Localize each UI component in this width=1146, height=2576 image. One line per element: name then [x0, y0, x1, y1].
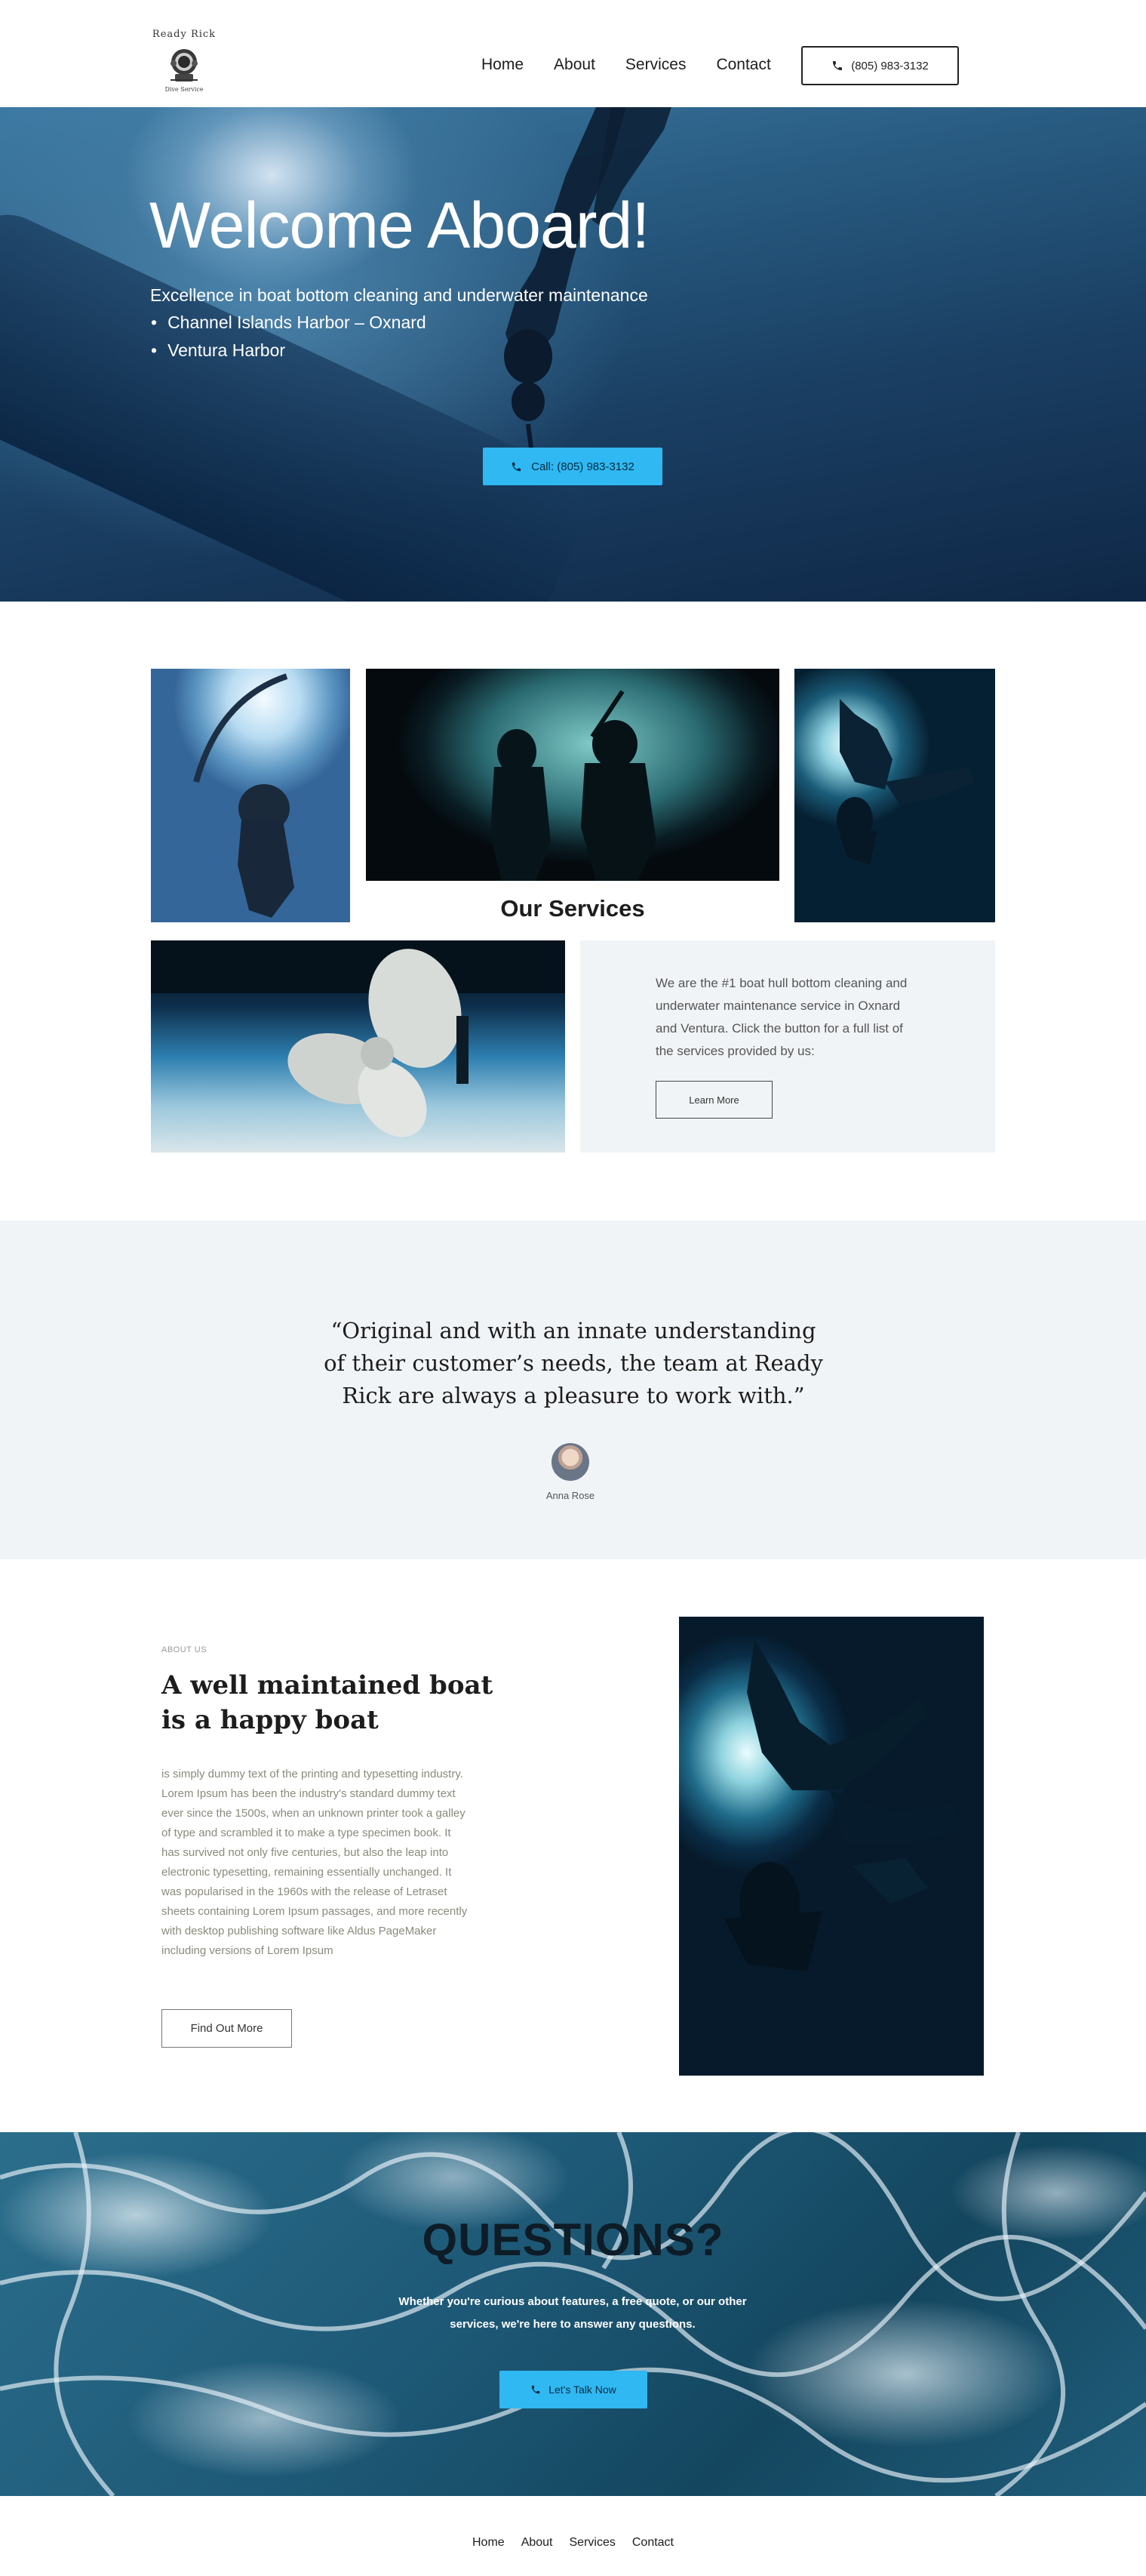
phone-icon — [833, 61, 843, 70]
header-phone-button[interactable]: (805) 983-3132 — [801, 46, 959, 85]
snorkelers-photo — [794, 669, 995, 922]
header-phone-label: (805) 983-3132 — [851, 59, 929, 72]
logo-subtitle: Dive Service — [164, 86, 204, 93]
questions-section: QUESTIONS? Whether you're curious about … — [0, 2132, 1146, 2496]
phone-icon — [512, 462, 521, 471]
hero-location-item: Channel Islands Harbor – Oxnard — [151, 312, 426, 333]
site-logo[interactable]: Ready Rick Dive Service — [151, 29, 217, 101]
questions-text: Whether you're curious about features, a… — [398, 2295, 747, 2331]
questions-title: QUESTIONS? — [422, 2214, 724, 2265]
divers-silhouette — [490, 690, 656, 881]
testimonial-author: Anna Rose — [545, 1490, 595, 1501]
nav-contact[interactable]: Contact — [716, 56, 770, 74]
footer-nav-services[interactable]: Services — [570, 2536, 616, 2550]
hero-locations: Channel Islands Harbor – Oxnard Ventura … — [151, 312, 426, 368]
about-label: ABOUT US — [161, 1645, 207, 1654]
testimonial-quote: “Original and with an innate understandi… — [324, 1318, 823, 1408]
nav-about[interactable]: About — [554, 56, 595, 74]
propeller-illustration — [151, 940, 565, 1137]
footer-nav: Home About Services Contact — [0, 2536, 1146, 2550]
avatar — [551, 1443, 589, 1481]
hero-title: Welcome Aboard! — [149, 189, 650, 262]
lets-talk-button[interactable]: Let's Talk Now — [499, 2371, 647, 2408]
hero-location-item: Ventura Harbor — [151, 340, 426, 361]
hero-call-button[interactable]: Call: (805) 983-3132 — [483, 448, 662, 485]
find-out-more-button[interactable]: Find Out More — [161, 2009, 292, 2048]
diver-photo — [151, 669, 350, 922]
nav-home[interactable]: Home — [481, 56, 524, 74]
hero-subtitle: Excellence in boat bottom cleaning and u… — [150, 285, 648, 305]
snorkelers-silhouette — [724, 1639, 966, 1971]
logo-title: Ready Rick — [152, 29, 217, 40]
site-header: Ready Rick Dive Service Home About Servi… — [0, 0, 1146, 107]
nav-services[interactable]: Services — [625, 56, 687, 74]
learn-more-button[interactable]: Learn More — [656, 1081, 773, 1119]
diving-helmet-icon — [171, 49, 198, 82]
main-nav: Home About Services Contact — [481, 56, 771, 74]
services-title: Our Services — [500, 895, 645, 922]
hero-section: Welcome Aboard! Excellence in boat botto… — [0, 107, 1146, 602]
lets-talk-label: Let's Talk Now — [548, 2384, 616, 2396]
phone-icon — [531, 2385, 540, 2394]
testimonial-section: “Original and with an innate understandi… — [0, 1220, 1146, 1559]
services-info-panel: We are the #1 boat hull bottom cleaning … — [580, 940, 995, 1153]
hero-diver-silhouette — [504, 107, 671, 454]
propeller-photo — [151, 940, 565, 1153]
snorkelers-silhouette — [837, 699, 975, 865]
footer-nav-contact[interactable]: Contact — [632, 2536, 674, 2550]
about-photo — [679, 1617, 984, 2076]
two-divers-photo — [366, 669, 779, 881]
footer-nav-about[interactable]: About — [521, 2536, 553, 2550]
diver-silhouette — [193, 673, 294, 918]
about-title: A well maintained boat is a happy boat — [161, 1670, 493, 1735]
footer-nav-home[interactable]: Home — [472, 2536, 505, 2550]
about-body: is simply dummy text of the printing and… — [161, 1768, 468, 1957]
hero-call-label: Call: (805) 983-3132 — [531, 460, 634, 473]
services-description: We are the #1 boat hull bottom cleaning … — [656, 976, 908, 1058]
